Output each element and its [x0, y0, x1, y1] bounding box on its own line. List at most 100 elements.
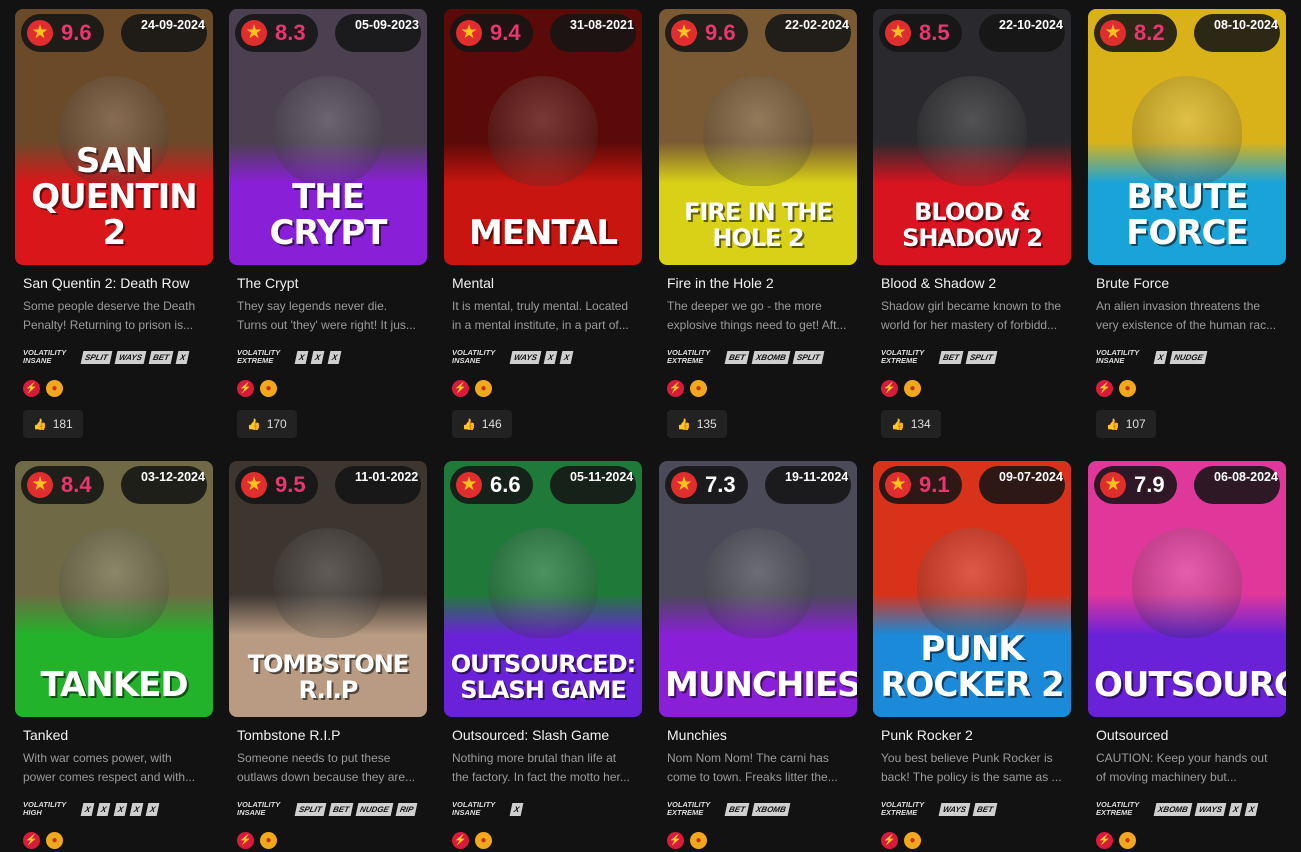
tag-badges: ⚡ ●: [881, 380, 1071, 398]
game-logo: Tombstone R.I.P: [247, 650, 410, 704]
game-logo: Munchies: [665, 665, 857, 705]
game-grid: San Quentin 2 ★ 9.6 24-09-2024 San Quentin 2…: [0, 0, 1301, 852]
coin-badge-icon: ●: [690, 380, 707, 397]
coin-badge-icon: ●: [46, 832, 63, 849]
game-thumbnail[interactable]: Punk Rocker 2 ★ 9.1 09-07-2024: [873, 461, 1071, 717]
character-art: [488, 75, 598, 186]
game-thumbnail[interactable]: Outsourced: Slash Game ★ 6.6 05-11-2024: [444, 461, 642, 717]
feature-icons: VOLATILITY INSANE SPLIT BET NUDGE RIP: [237, 800, 427, 818]
tag-badges: ⚡ ●: [667, 380, 857, 398]
coin-badge-icon: ●: [46, 380, 63, 397]
like-button[interactable]: 👍 181: [23, 410, 83, 438]
game-thumbnail[interactable]: The Crypt ★ 8.3 05-09-2023: [229, 9, 427, 265]
game-description: They say legends never die. Turns out 't…: [237, 299, 416, 332]
game-title[interactable]: Tanked: [23, 727, 213, 743]
tag-badges: ⚡ ●: [1096, 832, 1286, 850]
game-thumbnail[interactable]: Munchies ★ 7.3 19-11-2024: [659, 461, 857, 717]
game-thumbnail[interactable]: Mental ★ 9.4 31-08-2021: [444, 9, 642, 265]
character-art: [1132, 527, 1242, 638]
thumbs-up-icon: 👍: [33, 418, 47, 431]
feature-badge: BET: [328, 802, 354, 816]
feature-badge: NUDGE: [1169, 350, 1208, 364]
game-title[interactable]: Punk Rocker 2: [881, 727, 1071, 743]
like-button[interactable]: 👍 146: [452, 410, 512, 438]
feature-badge: X: [559, 350, 575, 364]
game-description: CAUTION: Keep your hands out of moving m…: [1096, 751, 1268, 784]
game-title[interactable]: Tombstone R.I.P: [237, 727, 427, 743]
rating-score: 6.6: [490, 472, 521, 497]
game-card[interactable]: Tanked ★ 8.4 03-12-2024 Tanked With war comes…: [15, 461, 213, 850]
game-thumbnail[interactable]: Tanked ★ 8.4 03-12-2024: [15, 461, 213, 717]
game-title[interactable]: Blood & Shadow 2: [881, 275, 1071, 291]
rating-badge: ★ 9.6: [21, 14, 104, 52]
tag-badges: ⚡ ●: [1096, 380, 1286, 398]
game-logo: Outsourced: [1094, 665, 1286, 705]
feature-badge: BET: [724, 802, 750, 816]
feature-badge: RIP: [395, 802, 418, 816]
game-title[interactable]: Munchies: [667, 727, 857, 743]
game-logo: San Quentin 2: [31, 141, 198, 253]
game-thumbnail[interactable]: Fire in the Hole 2 ★ 9.6 22-02-2024: [659, 9, 857, 265]
like-count: 134: [910, 417, 931, 431]
rating-score: 8.5: [919, 20, 950, 45]
game-card[interactable]: San Quentin 2 ★ 9.6 24-09-2024 San Quentin 2…: [15, 9, 213, 438]
game-card[interactable]: Blood & Shadow 2 ★ 8.5 22-10-2024 Blood & Sh…: [873, 9, 1071, 438]
game-title[interactable]: Outsourced: [1096, 727, 1286, 743]
game-title[interactable]: San Quentin 2: Death Row: [23, 275, 213, 291]
game-logo: The Crypt: [269, 177, 387, 253]
tag-badges: ⚡ ●: [23, 832, 213, 850]
game-logo: Blood & Shadow 2: [902, 198, 1043, 252]
game-thumbnail[interactable]: San Quentin 2 ★ 9.6 24-09-2024: [15, 9, 213, 265]
game-thumbnail[interactable]: Brute Force ★ 8.2 08-10-2024: [1088, 9, 1286, 265]
character-art: [273, 75, 383, 186]
feature-badge: WAYS: [938, 802, 971, 816]
like-button[interactable]: 👍 135: [667, 410, 727, 438]
feature-badge: X: [80, 802, 95, 816]
game-card[interactable]: Mental ★ 9.4 31-08-2021 Mental It is mental, …: [444, 9, 642, 438]
game-description: The deeper we go - the more explosive th…: [667, 299, 847, 332]
volatility-label: VOLATILITY INSANE: [452, 800, 496, 817]
rating-score: 9.1: [919, 472, 950, 497]
volatility-label: VOLATILITY INSANE: [452, 348, 496, 365]
game-card[interactable]: Munchies ★ 7.3 19-11-2024 Munchies Nom Nom No…: [659, 461, 857, 850]
rating-score: 9.6: [705, 20, 736, 45]
like-button[interactable]: 👍 170: [237, 410, 297, 438]
like-button[interactable]: 👍 134: [881, 410, 941, 438]
game-card[interactable]: Tombstone R.I.P ★ 9.5 11-01-2022 Tombstone R…: [229, 461, 427, 850]
like-count: 146: [481, 417, 502, 431]
game-title[interactable]: Mental: [452, 275, 642, 291]
tag-badges: ⚡ ●: [881, 832, 1071, 850]
game-thumbnail[interactable]: Outsourced ★ 7.9 06-08-2024: [1088, 461, 1286, 717]
game-card[interactable]: The Crypt ★ 8.3 05-09-2023 The Crypt They say…: [229, 9, 427, 438]
rating-score: 9.5: [275, 472, 306, 497]
release-date: 19-11-2024: [765, 466, 851, 504]
coin-badge-icon: ●: [260, 380, 277, 397]
rating-badge: ★ 7.3: [665, 466, 748, 504]
game-card[interactable]: Outsourced: Slash Game ★ 6.6 05-11-2024 Outs…: [444, 461, 642, 850]
game-card[interactable]: Punk Rocker 2 ★ 9.1 09-07-2024 Punk Rocker 2…: [873, 461, 1071, 850]
game-title[interactable]: Outsourced: Slash Game: [452, 727, 642, 743]
character-art: [273, 527, 383, 638]
coin-badge-icon: ●: [475, 380, 492, 397]
game-card[interactable]: Brute Force ★ 8.2 08-10-2024 Brute Force An a…: [1088, 9, 1286, 438]
game-thumbnail[interactable]: Tombstone R.I.P ★ 9.5 11-01-2022: [229, 461, 427, 717]
feature-badge: SPLIT: [965, 350, 998, 364]
feature-icons: VOLATILITY INSANE X NUDGE: [1096, 348, 1286, 366]
character-art: [917, 527, 1027, 638]
lightning-badge-icon: ⚡: [667, 380, 684, 397]
rating-score: 7.9: [1134, 472, 1165, 497]
star-icon: ★: [1100, 20, 1126, 46]
game-card[interactable]: Fire in the Hole 2 ★ 9.6 22-02-2024 Fire in …: [659, 9, 857, 438]
game-title[interactable]: Fire in the Hole 2: [667, 275, 857, 291]
game-logo: Mental: [468, 213, 618, 253]
game-thumbnail[interactable]: Blood & Shadow 2 ★ 8.5 22-10-2024: [873, 9, 1071, 265]
feature-icons: VOLATILITY INSANE X: [452, 800, 642, 818]
game-title[interactable]: The Crypt: [237, 275, 427, 291]
lightning-badge-icon: ⚡: [1096, 832, 1113, 849]
star-icon: ★: [27, 472, 53, 498]
game-card[interactable]: Outsourced ★ 7.9 06-08-2024 Outsourced CAUTIO…: [1088, 461, 1286, 850]
game-title[interactable]: Brute Force: [1096, 275, 1286, 291]
feature-badge: X: [113, 802, 128, 816]
release-date: 31-08-2021: [550, 14, 636, 52]
like-button[interactable]: 👍 107: [1096, 410, 1156, 438]
